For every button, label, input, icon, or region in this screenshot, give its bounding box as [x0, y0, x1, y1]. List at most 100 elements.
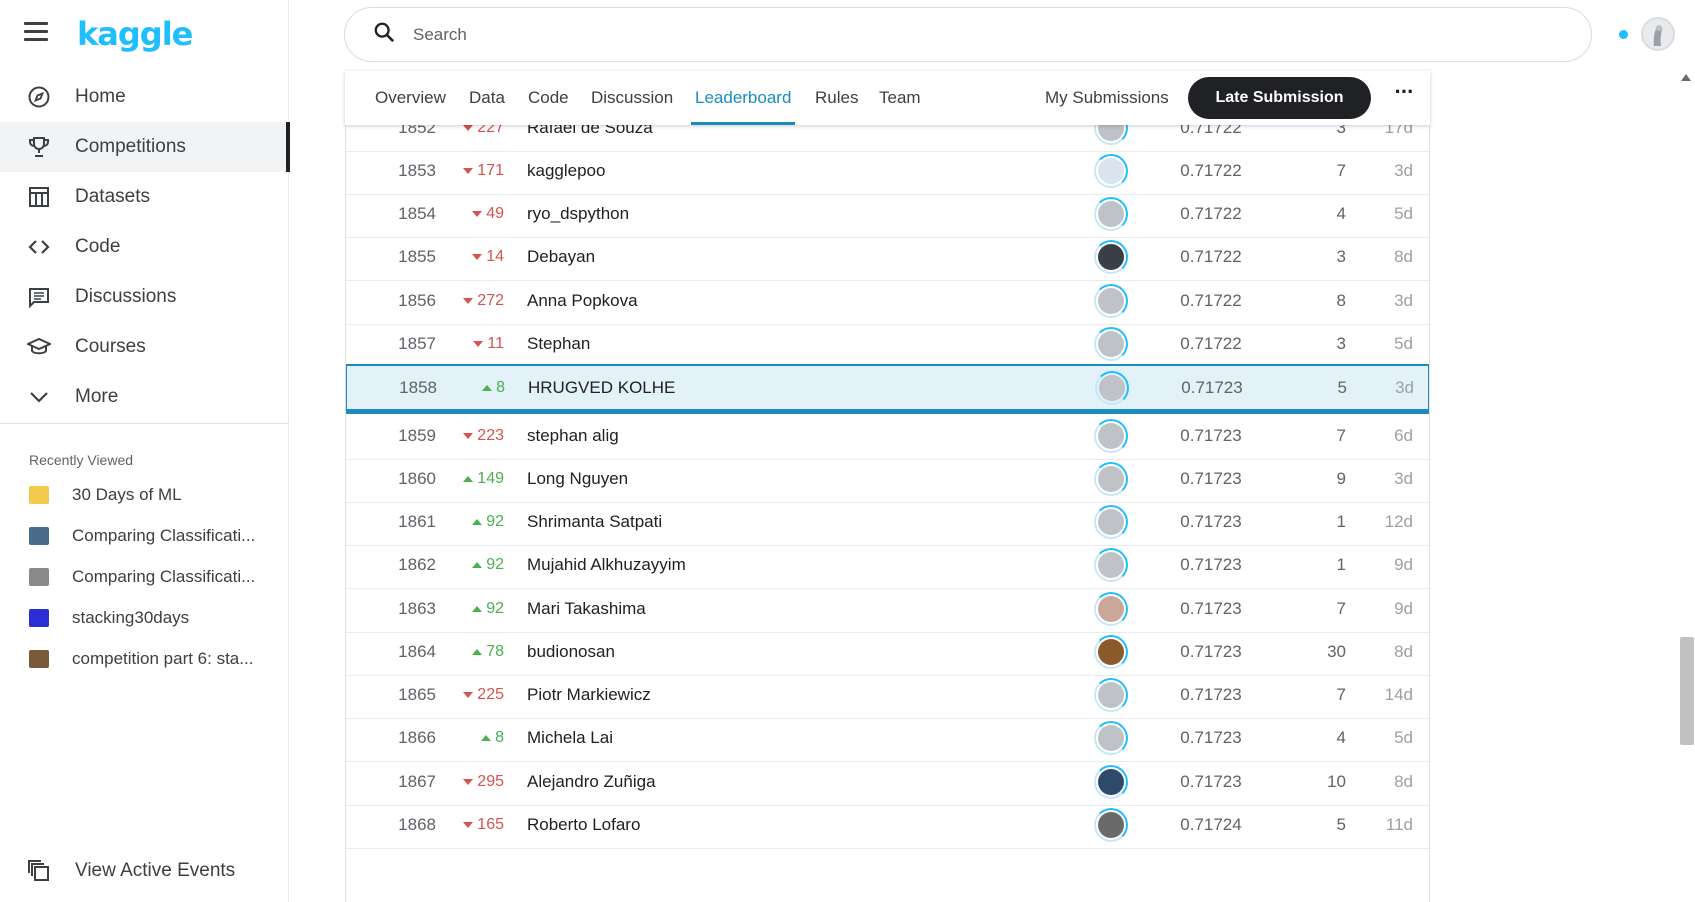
leaderboard-row[interactable]: 1856 272 Anna Popkova 0.71722 8 3d — [346, 278, 1429, 325]
avatar-image — [1098, 331, 1124, 357]
rank-change-value: 14 — [486, 248, 504, 265]
team-name[interactable]: budionosan — [527, 629, 615, 675]
sidebar-item-code[interactable]: Code — [0, 222, 289, 272]
team-name[interactable]: stephan alig — [527, 413, 619, 459]
team-name[interactable]: Stephan — [527, 321, 590, 367]
recent-item[interactable]: competition part 6: sta... — [0, 638, 289, 679]
sidebar-item-datasets[interactable]: Datasets — [0, 172, 289, 222]
team-member-avatar[interactable] — [1093, 759, 1129, 805]
scroll-up-arrow-icon[interactable] — [1681, 74, 1691, 81]
team-member-avatar[interactable] — [1093, 586, 1129, 632]
rank-change: 149 — [446, 456, 504, 502]
team-member-avatar[interactable] — [1093, 672, 1129, 718]
recent-item[interactable]: 30 Days of ML — [0, 474, 289, 515]
tab-overview[interactable]: Overview — [375, 71, 446, 125]
scrollbar-thumb[interactable] — [1680, 637, 1694, 745]
leaderboard-row[interactable]: 1863 92 Mari Takashima 0.71723 7 9d — [346, 586, 1429, 633]
leaderboard-row[interactable]: 1854 49 ryo_dspython 0.71722 4 5d — [346, 191, 1429, 238]
team-name[interactable]: ryo_dspython — [527, 191, 629, 237]
notification-dot[interactable] — [1619, 30, 1628, 39]
last-submission: 8d — [1394, 642, 1413, 661]
avatar-image — [1098, 244, 1124, 270]
tab-leaderboard[interactable]: Leaderboard — [690, 71, 796, 125]
score: 0.71723 — [1180, 772, 1242, 791]
team-name[interactable]: HRUGVED KOLHE — [528, 366, 675, 409]
leaderboard-row[interactable]: 1864 78 budionosan 0.71723 30 8d — [346, 629, 1429, 676]
sidebar-item-home[interactable]: Home — [0, 72, 289, 122]
leaderboard-row-current-user[interactable]: 1858 8 HRUGVED KOLHE 0.71723 5 3d — [346, 364, 1429, 414]
leaderboard-row[interactable]: 1859 223 stephan alig 0.71723 7 6d — [346, 413, 1429, 460]
team-member-avatar[interactable] — [1093, 234, 1129, 280]
team-member-avatar[interactable] — [1093, 278, 1129, 324]
team-name[interactable]: Anna Popkova — [527, 278, 638, 324]
view-active-events-link[interactable]: View Active Events — [26, 858, 235, 884]
team-name[interactable]: Mari Takashima — [527, 586, 646, 632]
last-submission: 12d — [1384, 512, 1413, 531]
team-member-avatar[interactable] — [1093, 629, 1129, 675]
avatar-image — [1098, 466, 1124, 492]
more-options-icon[interactable]: ··· — [1389, 77, 1419, 119]
hamburger-menu-icon[interactable] — [24, 22, 52, 46]
sidebar-item-label: Code — [75, 236, 121, 257]
leaderboard-row[interactable]: 1860 149 Long Nguyen 0.71723 9 3d — [346, 456, 1429, 503]
team-name[interactable]: kagglepoo — [527, 148, 605, 194]
team-name[interactable]: Mujahid Alkhuzayyim — [527, 542, 686, 588]
leaderboard-row[interactable]: 1867 295 Alejandro Zuñiga 0.71723 10 8d — [346, 759, 1429, 806]
tab-rules[interactable]: Rules — [815, 71, 858, 125]
recent-item[interactable]: Comparing Classificati... — [0, 515, 289, 556]
recent-item[interactable]: stacking30days — [0, 597, 289, 638]
last-submission: 11d — [1385, 815, 1413, 834]
leaderboard-row[interactable]: 1857 11 Stephan 0.71722 3 5d — [346, 321, 1429, 368]
team-member-avatar[interactable] — [1093, 191, 1129, 237]
late-submission-button[interactable]: Late Submission — [1188, 77, 1371, 119]
arrow-down-icon — [463, 168, 474, 174]
team-member-avatar[interactable] — [1093, 715, 1129, 761]
team-name[interactable]: Roberto Lofaro — [527, 802, 640, 848]
tab-code[interactable]: Code — [528, 71, 569, 125]
recent-item-label: stacking30days — [72, 607, 190, 627]
user-avatar[interactable] — [1641, 17, 1675, 51]
team-member-avatar[interactable] — [1093, 542, 1129, 588]
leaderboard-row[interactable]: 1865 225 Piotr Markiewicz 0.71723 7 14d — [346, 672, 1429, 719]
leaderboard-row[interactable]: 1868 165 Roberto Lofaro 0.71724 5 11d — [346, 802, 1429, 849]
sidebar-item-courses[interactable]: Courses — [0, 322, 289, 372]
team-member-avatar[interactable] — [1093, 802, 1129, 848]
team-name[interactable]: Michela Lai — [527, 715, 613, 761]
recent-item-label: competition part 6: sta... — [72, 648, 254, 668]
avatar-ring — [1094, 505, 1128, 539]
team-member-avatar[interactable] — [1093, 148, 1129, 194]
entries-count: 1 — [1336, 555, 1346, 574]
recent-item-label: Comparing Classificati... — [72, 566, 256, 586]
arrow-up-icon — [472, 649, 483, 655]
page-scrollbar[interactable] — [1678, 66, 1695, 902]
team-member-avatar[interactable] — [1093, 499, 1129, 545]
team-member-avatar[interactable] — [1093, 413, 1129, 459]
sidebar-nav: Home Competitions Datasets Code Discussi… — [0, 72, 290, 422]
leaderboard-row[interactable]: 1866 8 Michela Lai 0.71723 4 5d — [346, 715, 1429, 762]
team-member-avatar[interactable] — [1093, 321, 1129, 367]
tab-discussion[interactable]: Discussion — [591, 71, 673, 125]
team-member-avatar[interactable] — [1094, 366, 1130, 409]
search-bar[interactable] — [344, 7, 1592, 62]
sidebar-item-discussions[interactable]: Discussions — [0, 272, 289, 322]
avatar-image — [1099, 374, 1125, 401]
avatar-ring — [1094, 154, 1128, 188]
kaggle-logo[interactable]: kaggle — [77, 15, 193, 53]
leaderboard-row[interactable]: 1861 92 Shrimanta Satpati 0.71723 1 12d — [346, 499, 1429, 546]
sidebar-item-competitions[interactable]: Competitions — [0, 122, 290, 172]
tab-data[interactable]: Data — [469, 71, 505, 125]
team-name[interactable]: Long Nguyen — [527, 456, 628, 502]
my-submissions-link[interactable]: My Submissions — [1045, 71, 1169, 125]
tab-team[interactable]: Team — [879, 71, 921, 125]
team-name[interactable]: Debayan — [527, 234, 595, 280]
sidebar-item-more[interactable]: More — [0, 372, 289, 422]
recent-item[interactable]: Comparing Classificati... — [0, 556, 289, 597]
team-member-avatar[interactable] — [1093, 456, 1129, 502]
team-name[interactable]: Piotr Markiewicz — [527, 672, 651, 718]
leaderboard-row[interactable]: 1862 92 Mujahid Alkhuzayyim 0.71723 1 9d — [346, 542, 1429, 589]
team-name[interactable]: Shrimanta Satpati — [527, 499, 662, 545]
search-input[interactable] — [413, 24, 1513, 45]
leaderboard-row[interactable]: 1855 14 Debayan 0.71722 3 8d — [346, 234, 1429, 281]
team-name[interactable]: Alejandro Zuñiga — [527, 759, 656, 805]
leaderboard-row[interactable]: 1853 171 kagglepoo 0.71722 7 3d — [346, 148, 1429, 195]
